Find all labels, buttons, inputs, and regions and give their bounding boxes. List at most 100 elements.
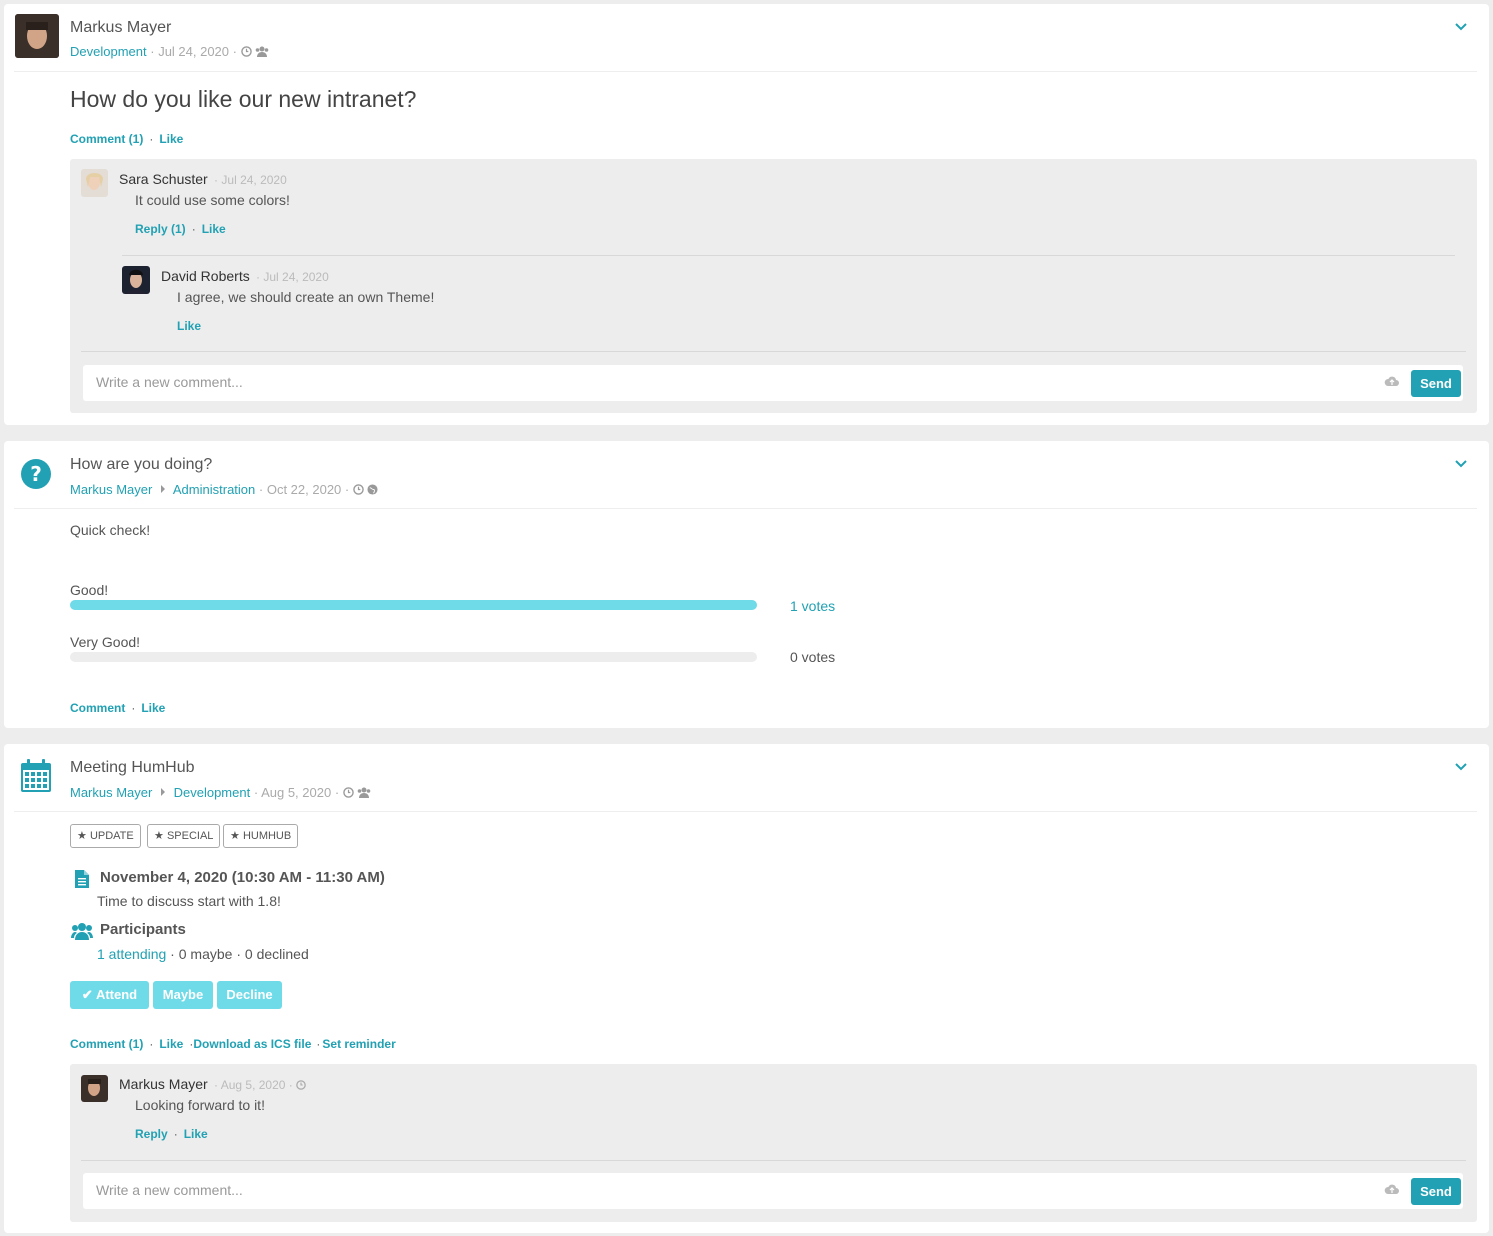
globe-icon <box>367 484 379 495</box>
commenter-avatar[interactable] <box>81 1075 108 1102</box>
divider <box>14 71 1477 72</box>
post-actions: Comment (1) · Like ·Download as ICS file · Se… <box>70 1037 396 1051</box>
cloud-upload-icon[interactable] <box>1384 375 1400 387</box>
comment-input-row: Write a new comment... Send <box>83 365 1463 401</box>
post-actions: Comment · Like <box>70 701 166 715</box>
topic-tag[interactable]: ★ SPECIAL <box>147 824 221 848</box>
poll-option-bar[interactable] <box>70 652 757 662</box>
post-card-poll: ? How are you doing? Markus Mayer Admini… <box>4 441 1489 728</box>
space-link[interactable]: Development <box>174 785 251 800</box>
topic-tag[interactable]: ★ UPDATE <box>70 824 141 848</box>
like-link[interactable]: Like <box>184 1127 208 1141</box>
users-icon <box>358 787 371 798</box>
post-meta: Development · Jul 24, 2020 · <box>70 44 269 59</box>
chevron-down-icon[interactable] <box>1455 758 1467 774</box>
reply-author-name[interactable]: David Roberts <box>161 268 250 284</box>
clock-icon <box>240 46 252 57</box>
comments-divider <box>81 351 1466 352</box>
poll-option-label: Very Good! <box>70 634 141 650</box>
calendar-icon <box>21 759 51 792</box>
event-datetime: November 4, 2020 (10:30 AM - 11:30 AM) <box>100 869 385 886</box>
like-link[interactable]: Like <box>202 222 226 236</box>
author-avatar[interactable] <box>15 14 59 58</box>
attend-button[interactable]: ✔ Attend <box>70 981 149 1009</box>
file-icon <box>75 870 89 888</box>
attend-label: Attend <box>95 987 138 1002</box>
divider <box>14 508 1477 509</box>
set-reminder-link[interactable]: Set reminder <box>322 1037 395 1051</box>
decline-button[interactable]: Decline <box>217 981 282 1009</box>
comment-author-name[interactable]: Markus Mayer <box>119 1076 208 1092</box>
poll-option-fill <box>70 600 757 610</box>
reply-link[interactable]: Reply (1) <box>135 222 186 236</box>
clock-icon <box>353 484 364 495</box>
users-icon <box>71 923 93 940</box>
comment-author-name[interactable]: Sara Schuster <box>119 171 208 187</box>
post-date[interactable]: Aug 5, 2020 <box>261 785 331 800</box>
poll-votes-count: 0 votes <box>790 649 836 665</box>
star-icon: ★ <box>77 830 87 842</box>
reply-link[interactable]: Reply <box>135 1127 168 1141</box>
chevron-down-icon[interactable] <box>1455 18 1467 34</box>
clock-icon <box>342 787 354 798</box>
cloud-upload-icon[interactable] <box>1384 1183 1400 1195</box>
comment-actions: Reply · Like <box>135 1127 208 1141</box>
event-description: Time to discuss start with 1.8! <box>97 893 281 909</box>
poll-votes-link[interactable]: 1 votes <box>790 598 835 614</box>
tag-label: HUMHUB <box>242 830 292 842</box>
attending-link[interactable]: 1 attending <box>97 946 166 962</box>
post-meta: Markus Mayer Administration · Oct 22, 20… <box>70 482 379 497</box>
maybe-button[interactable]: Maybe <box>153 981 213 1009</box>
participants-label: Participants <box>100 921 186 938</box>
like-link[interactable]: Like <box>177 319 201 333</box>
space-link[interactable]: Administration <box>173 482 255 497</box>
chevron-down-icon[interactable] <box>1455 455 1467 471</box>
post-date[interactable]: Oct 22, 2020 <box>267 482 341 497</box>
star-icon: ★ <box>154 830 164 842</box>
like-link[interactable]: Like <box>159 132 183 146</box>
like-link[interactable]: Like <box>159 1037 183 1051</box>
post-meta: Markus Mayer Development · Aug 5, 2020 · <box>70 785 371 800</box>
post-author[interactable]: Markus Mayer <box>70 19 171 37</box>
comment-link[interactable]: Comment (1) <box>70 1037 143 1051</box>
poll-option-bar[interactable] <box>70 600 757 610</box>
comment-text: Looking forward to it! <box>135 1097 265 1113</box>
divider <box>14 811 1477 812</box>
author-link[interactable]: Markus Mayer <box>70 482 152 497</box>
comment-date[interactable]: Jul 24, 2020 <box>221 173 286 187</box>
reply-text: I agree, we should create an own Theme! <box>177 289 435 305</box>
users-icon <box>255 46 269 57</box>
poll-description: Quick check! <box>70 522 151 538</box>
post-date[interactable]: Jul 24, 2020 <box>158 44 229 59</box>
topic-tag[interactable]: ★ HUMHUB <box>223 824 299 848</box>
tag-label: UPDATE <box>89 830 134 842</box>
reply-divider <box>122 255 1455 256</box>
comment-author: Markus Mayer · Aug 5, 2020 · <box>119 1076 306 1092</box>
reply-date[interactable]: Jul 24, 2020 <box>263 270 328 284</box>
svg-text:?: ? <box>30 462 42 486</box>
comment-date[interactable]: Aug 5, 2020 <box>221 1078 286 1092</box>
star-icon: ★ <box>230 830 240 842</box>
send-button[interactable]: Send <box>1411 1178 1461 1205</box>
poll-title[interactable]: How are you doing? <box>70 456 212 474</box>
author-link[interactable]: Markus Mayer <box>70 785 152 800</box>
comment-input[interactable]: Write a new comment... <box>96 374 243 390</box>
post-card-intranet: Markus Mayer Development · Jul 24, 2020 … <box>4 4 1489 425</box>
event-title[interactable]: Meeting HumHub <box>70 759 195 777</box>
comment-author: Sara Schuster · Jul 24, 2020 <box>119 171 287 187</box>
like-link[interactable]: Like <box>141 701 165 715</box>
space-link[interactable]: Development <box>70 44 147 59</box>
send-button[interactable]: Send <box>1411 370 1461 397</box>
participants-summary: 1 attending · 0 maybe · 0 declined <box>97 946 309 962</box>
comment-link[interactable]: Comment <box>70 701 125 715</box>
download-ics-link[interactable]: Download as ICS file <box>193 1037 311 1051</box>
comment-link[interactable]: Comment (1) <box>70 132 143 146</box>
caret-right-icon <box>160 485 165 493</box>
comment-text: It could use some colors! <box>135 192 290 208</box>
maybe-count: 0 maybe <box>178 946 233 962</box>
clock-icon <box>296 1080 306 1090</box>
comment-input[interactable]: Write a new comment... <box>96 1182 243 1198</box>
reply-avatar[interactable] <box>122 266 150 294</box>
commenter-avatar[interactable] <box>81 169 108 197</box>
post-actions: Comment (1) · Like <box>70 132 184 146</box>
